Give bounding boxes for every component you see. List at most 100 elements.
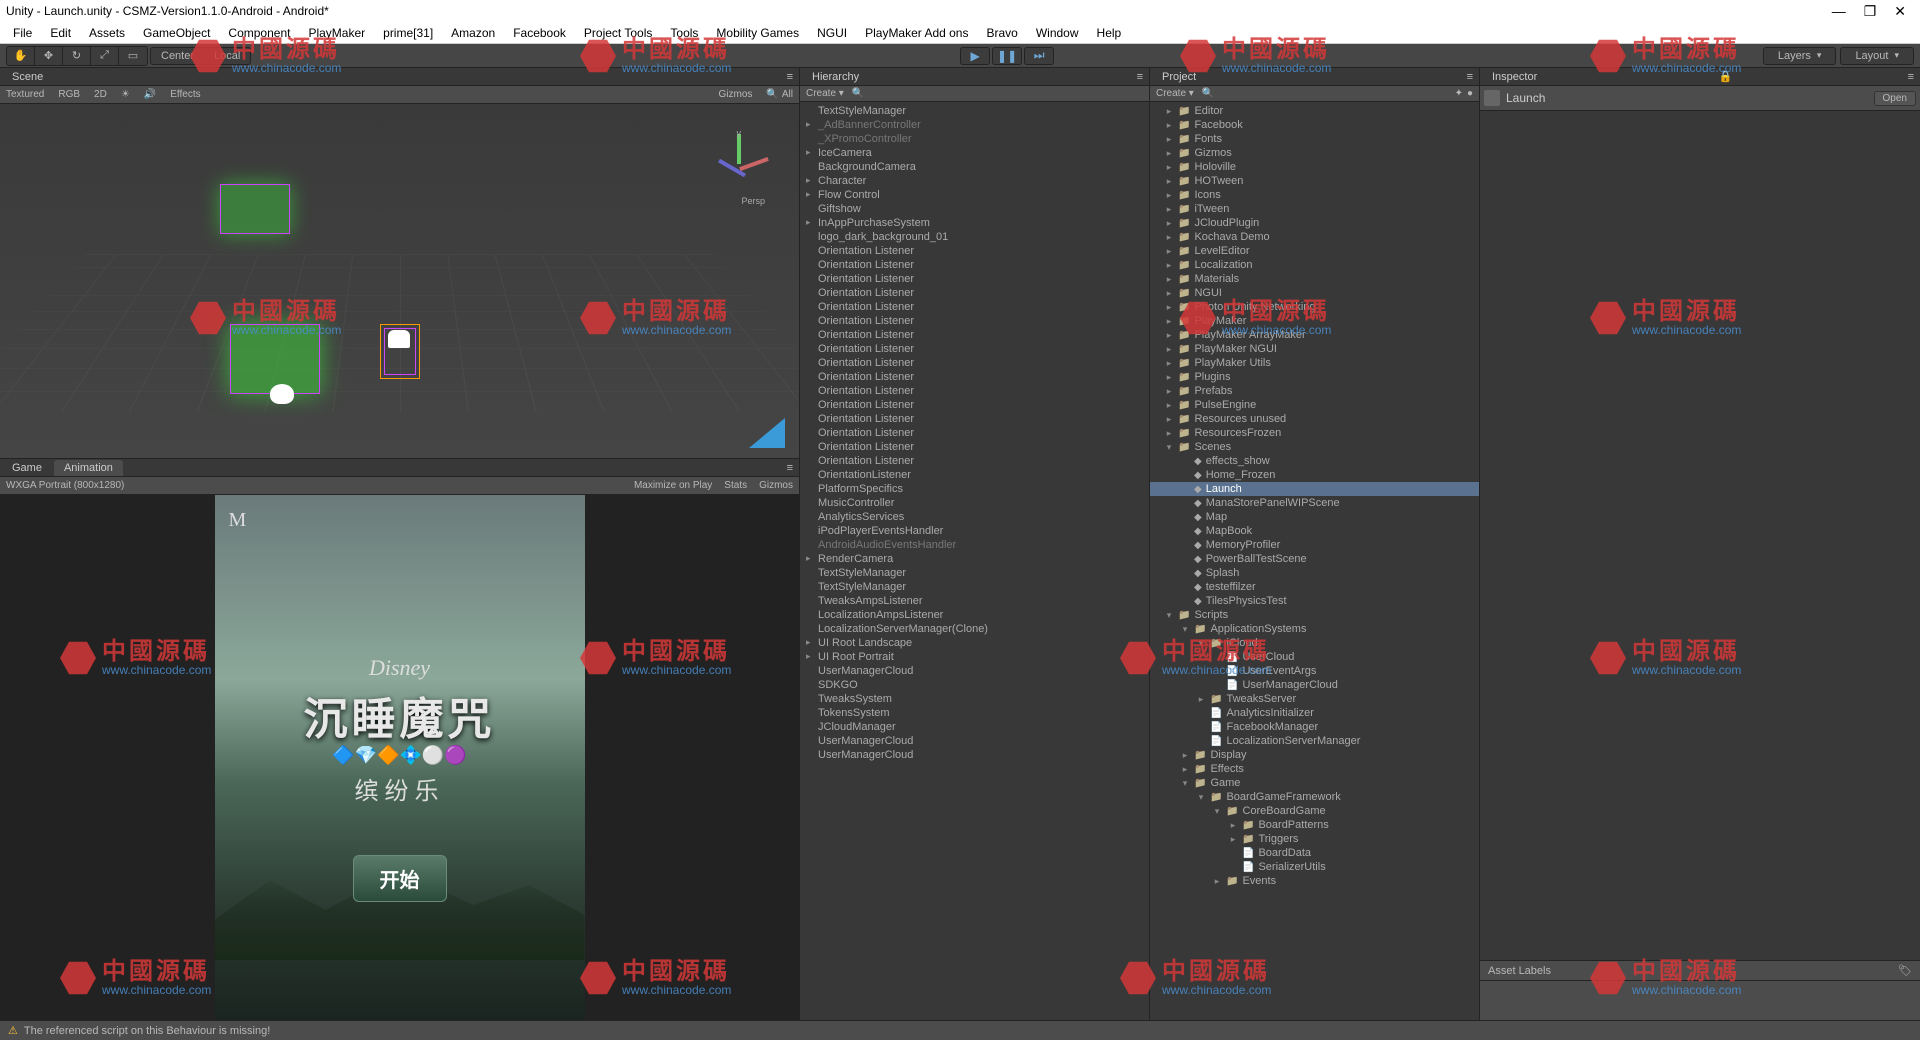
- hierarchy-item[interactable]: Orientation Listener: [800, 356, 1149, 370]
- project-item[interactable]: ▸ResourcesFrozen: [1150, 426, 1479, 440]
- menu-edit[interactable]: Edit: [41, 24, 80, 42]
- menu-component[interactable]: Component: [219, 24, 299, 42]
- hierarchy-item[interactable]: Orientation Listener: [800, 454, 1149, 468]
- hierarchy-item[interactable]: TextStyleManager: [800, 566, 1149, 580]
- hierarchy-create[interactable]: Create ▾: [806, 88, 844, 99]
- hierarchy-item[interactable]: TweaksAmpsListener: [800, 594, 1149, 608]
- hierarchy-item[interactable]: Orientation Listener: [800, 272, 1149, 286]
- project-item[interactable]: ▸NGUI: [1150, 286, 1479, 300]
- expand-icon[interactable]: ▾: [1196, 792, 1206, 803]
- hierarchy-item[interactable]: Giftshow: [800, 202, 1149, 216]
- scale-tool[interactable]: ⤢: [91, 47, 119, 65]
- expand-icon[interactable]: ▸: [1164, 316, 1174, 327]
- expand-icon[interactable]: ▸: [1180, 764, 1190, 775]
- asset-labels-icon[interactable]: 🏷: [1898, 964, 1912, 977]
- hierarchy-item[interactable]: InAppPurchaseSystem: [800, 216, 1149, 230]
- project-tab[interactable]: Project: [1152, 69, 1206, 85]
- expand-icon[interactable]: ▾: [1164, 610, 1174, 621]
- game-maximize[interactable]: Maximize on Play: [634, 480, 712, 491]
- game-start-button[interactable]: 开始: [353, 855, 447, 902]
- project-item[interactable]: Splash: [1150, 566, 1479, 580]
- hierarchy-item[interactable]: TextStyleManager: [800, 104, 1149, 118]
- hierarchy-item[interactable]: TextStyleManager: [800, 580, 1149, 594]
- project-item[interactable]: ▸Plugins: [1150, 370, 1479, 384]
- project-item[interactable]: ▸PlayMaker ArrayMaker: [1150, 328, 1479, 342]
- scene-shading[interactable]: Textured: [6, 89, 44, 100]
- menu-assets[interactable]: Assets: [80, 24, 134, 42]
- expand-icon[interactable]: ▸: [1228, 834, 1238, 845]
- hierarchy-item[interactable]: Character: [800, 174, 1149, 188]
- panel-menu-icon[interactable]: ≡: [1902, 69, 1920, 85]
- open-button[interactable]: Open: [1874, 91, 1916, 106]
- expand-icon[interactable]: ▾: [1164, 442, 1174, 453]
- project-item[interactable]: Launch: [1150, 482, 1479, 496]
- hierarchy-item[interactable]: JCloudManager: [800, 720, 1149, 734]
- expand-icon[interactable]: ▸: [1164, 330, 1174, 341]
- scene-search[interactable]: 🔍All: [766, 89, 793, 100]
- hierarchy-item[interactable]: UserManagerCloud: [800, 664, 1149, 678]
- step-button[interactable]: ⏭: [1024, 47, 1054, 65]
- project-item[interactable]: ▸Kochava Demo: [1150, 230, 1479, 244]
- hierarchy-item[interactable]: _XPromoController: [800, 132, 1149, 146]
- expand-icon[interactable]: ▸: [1164, 260, 1174, 271]
- scene-gizmos[interactable]: Gizmos: [719, 89, 753, 100]
- hierarchy-item[interactable]: UI Root Landscape: [800, 636, 1149, 650]
- hierarchy-list[interactable]: TextStyleManager_AdBannerController_XPro…: [800, 102, 1149, 1020]
- menu-ngui[interactable]: NGUI: [808, 24, 856, 42]
- project-filter-icon[interactable]: ●: [1467, 88, 1473, 99]
- hierarchy-item[interactable]: Orientation Listener: [800, 342, 1149, 356]
- expand-icon[interactable]: ▸: [1164, 274, 1174, 285]
- project-item[interactable]: testeffilzer: [1150, 580, 1479, 594]
- project-list[interactable]: ▸Editor▸Facebook▸Fonts▸Gizmos▸Holoville▸…: [1150, 102, 1479, 1020]
- expand-icon[interactable]: ▸: [1164, 358, 1174, 369]
- project-create[interactable]: Create ▾: [1156, 88, 1194, 99]
- project-item[interactable]: ▸Materials: [1150, 272, 1479, 286]
- hierarchy-item[interactable]: MusicController: [800, 496, 1149, 510]
- expand-icon[interactable]: ▾: [1180, 624, 1190, 635]
- expand-icon[interactable]: ▾: [1180, 778, 1190, 789]
- project-item[interactable]: ▸PlayMaker: [1150, 314, 1479, 328]
- hierarchy-item[interactable]: Orientation Listener: [800, 426, 1149, 440]
- project-item[interactable]: ▸HOTween: [1150, 174, 1479, 188]
- project-item[interactable]: SerializerUtils: [1150, 860, 1479, 874]
- project-item[interactable]: ▸Effects: [1150, 762, 1479, 776]
- project-item[interactable]: ▸PulseEngine: [1150, 398, 1479, 412]
- project-item[interactable]: AnalyticsInitializer: [1150, 706, 1479, 720]
- project-item[interactable]: ManaStorePanelWIPScene: [1150, 496, 1479, 510]
- project-item[interactable]: ▸Photon Unity Networking: [1150, 300, 1479, 314]
- expand-icon[interactable]: ▸: [1164, 414, 1174, 425]
- project-item[interactable]: ▸Display: [1150, 748, 1479, 762]
- hierarchy-item[interactable]: Orientation Listener: [800, 314, 1149, 328]
- hierarchy-item[interactable]: IceCamera: [800, 146, 1149, 160]
- hierarchy-item[interactable]: SDKGO: [800, 678, 1149, 692]
- project-item[interactable]: Map: [1150, 510, 1479, 524]
- expand-icon[interactable]: ▸: [1164, 288, 1174, 299]
- project-item[interactable]: ▸LevelEditor: [1150, 244, 1479, 258]
- hierarchy-item[interactable]: Orientation Listener: [800, 398, 1149, 412]
- expand-icon[interactable]: ▸: [1164, 120, 1174, 131]
- hierarchy-item[interactable]: TweaksSystem: [800, 692, 1149, 706]
- project-item[interactable]: ▸Localization: [1150, 258, 1479, 272]
- project-filter-icon[interactable]: ✦: [1455, 88, 1463, 99]
- panel-menu-icon[interactable]: ≡: [781, 69, 799, 85]
- project-item[interactable]: ▸Icons: [1150, 188, 1479, 202]
- expand-icon[interactable]: ▸: [1164, 246, 1174, 257]
- hierarchy-item[interactable]: AnalyticsServices: [800, 510, 1149, 524]
- hierarchy-item[interactable]: UI Root Portrait: [800, 650, 1149, 664]
- layout-dropdown[interactable]: Layout: [1840, 47, 1914, 65]
- hierarchy-item[interactable]: Flow Control: [800, 188, 1149, 202]
- project-item[interactable]: effects_show: [1150, 454, 1479, 468]
- game-aspect-dropdown[interactable]: WXGA Portrait (800x1280): [6, 480, 124, 491]
- expand-icon[interactable]: ▸: [1164, 344, 1174, 355]
- hierarchy-item[interactable]: TokensSystem: [800, 706, 1149, 720]
- project-item[interactable]: ▾iCloud: [1150, 636, 1479, 650]
- expand-icon[interactable]: ▸: [1164, 302, 1174, 313]
- inspector-tab[interactable]: Inspector: [1482, 69, 1547, 85]
- hierarchy-item[interactable]: LocalizationServerManager(Clone): [800, 622, 1149, 636]
- menu-window[interactable]: Window: [1027, 24, 1088, 42]
- expand-icon[interactable]: ▸: [1164, 372, 1174, 383]
- hierarchy-item[interactable]: UserManagerCloud: [800, 748, 1149, 762]
- hierarchy-item[interactable]: Orientation Listener: [800, 244, 1149, 258]
- project-item[interactable]: UserCloud: [1150, 650, 1479, 664]
- panel-menu-icon[interactable]: ≡: [1131, 69, 1149, 85]
